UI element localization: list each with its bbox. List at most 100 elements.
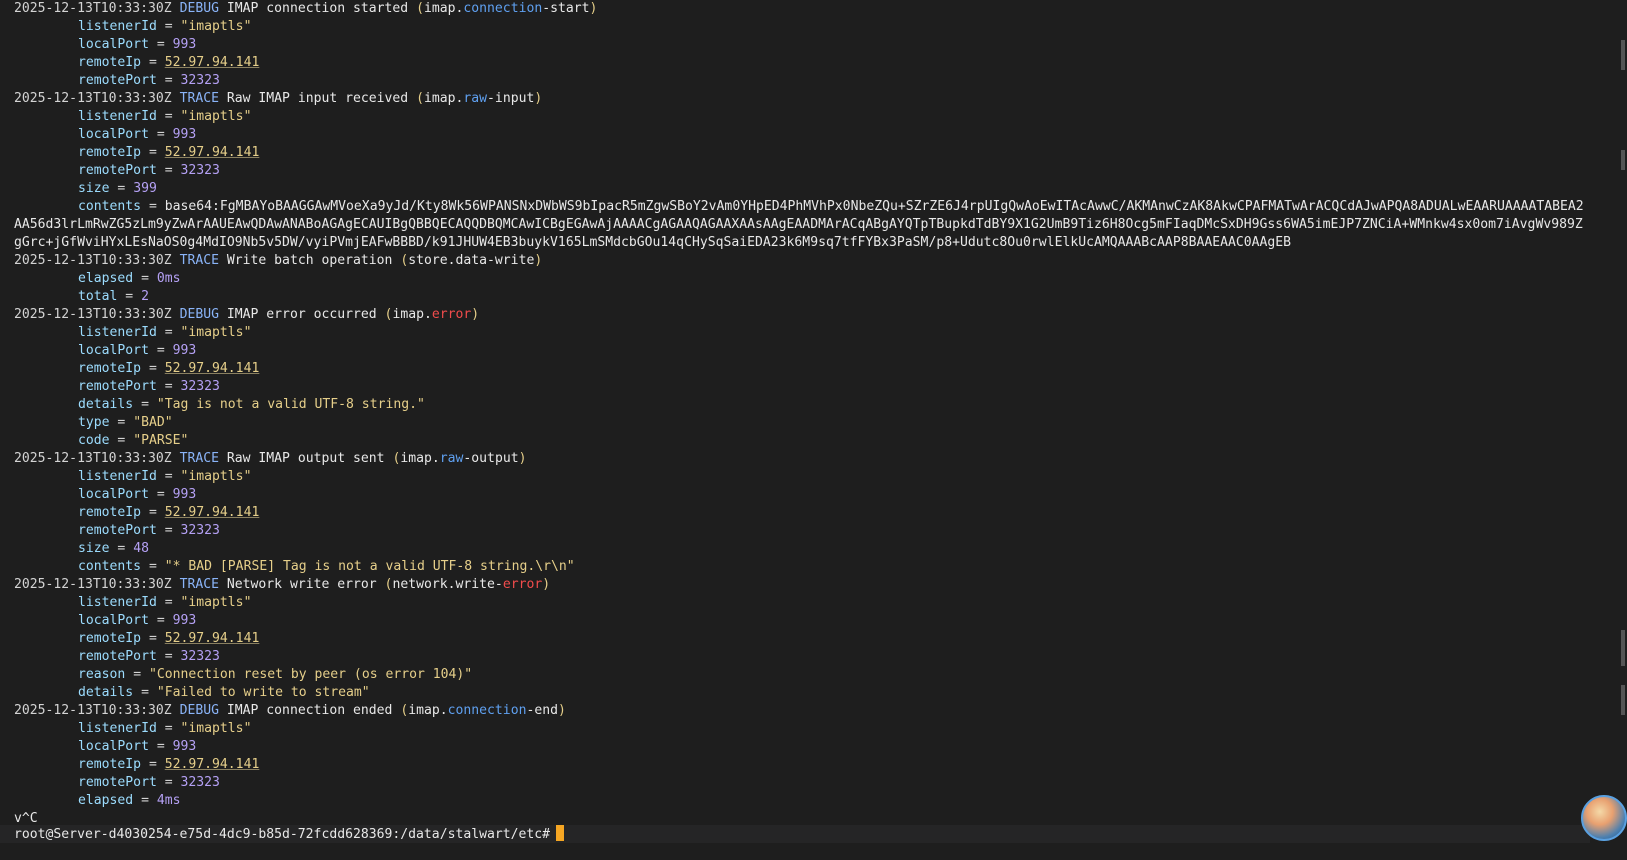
field-equals: =: [133, 685, 157, 700]
log-field: remoteIp = 52.97.94.141: [14, 630, 1606, 648]
log-raw-line: gGrc+jGfWviHYxLEsNaOS0g4MdIO9Nb5v5DW/vyi…: [14, 234, 1606, 252]
field-equals: =: [156, 469, 181, 484]
field-key: remotePort: [78, 523, 157, 538]
field-value: 32323: [180, 649, 220, 664]
field-value: 32323: [180, 523, 220, 538]
field-value: 0ms: [156, 271, 181, 286]
event-name-part: imap.: [423, 91, 464, 106]
log-timestamp: 2025-12-13T10:33:30Z: [14, 91, 172, 106]
field-value: 48: [133, 541, 149, 556]
event-name-part: imap.: [423, 1, 464, 16]
log-field: localPort = 993: [14, 486, 1606, 504]
log-timestamp: 2025-12-13T10:33:30Z: [14, 253, 172, 268]
log-message: Raw IMAP input received: [226, 91, 409, 106]
log-field: reason = "Connection reset by peer (os e…: [14, 666, 1606, 684]
event-name-part: error: [431, 307, 472, 322]
field-value: 993: [172, 37, 197, 52]
field-equals: =: [156, 379, 181, 394]
log-message: Network write error: [226, 577, 377, 592]
log-entry-header: 2025-12-13T10:33:30Z DEBUG IMAP error oc…: [14, 306, 1606, 324]
log-field: localPort = 993: [14, 738, 1606, 756]
field-equals: =: [148, 739, 173, 754]
field-key: elapsed: [78, 793, 134, 808]
field-key: total: [78, 289, 118, 304]
log-field: details = "Failed to write to stream": [14, 684, 1606, 702]
log-field: elapsed = 4ms: [14, 792, 1606, 810]
log-level: TRACE: [179, 91, 219, 106]
field-value: 993: [172, 343, 197, 358]
log-field: contents = "* BAD [PARSE] Tag is not a v…: [14, 558, 1606, 576]
command-prompt-line[interactable]: root@Server-d4030254-e75d-4dc9-b85d-72fc…: [0, 825, 1590, 843]
field-value: "BAD": [133, 415, 173, 430]
field-value: 32323: [180, 163, 220, 178]
field-equals: =: [141, 199, 165, 214]
log-field: remoteIp = 52.97.94.141: [14, 54, 1606, 72]
field-key: listenerId: [78, 721, 157, 736]
field-value: base64:FgMBAYoBAAGGAwMVoeXa9yJd/Kty8Wk56…: [164, 199, 1584, 214]
log-field: remotePort = 32323: [14, 72, 1606, 90]
field-key: localPort: [78, 487, 149, 502]
field-value: "imaptls": [180, 109, 252, 124]
field-key: remotePort: [78, 163, 157, 178]
field-equals: =: [117, 289, 142, 304]
event-name-part: imap.: [400, 451, 440, 466]
log-field: elapsed = 0ms: [14, 270, 1606, 288]
log-entry-header: 2025-12-13T10:33:30Z DEBUG IMAP connecti…: [14, 702, 1606, 720]
field-value: 2: [141, 289, 149, 304]
field-value: "Connection reset by peer (os error 104)…: [148, 667, 473, 682]
scrollbar-thumb[interactable]: [1621, 630, 1625, 666]
field-key: type: [78, 415, 110, 430]
log-field: remotePort = 32323: [14, 648, 1606, 666]
field-key: remoteIp: [78, 145, 142, 160]
log-field: remoteIp = 52.97.94.141: [14, 756, 1606, 774]
event-name-part: -start: [542, 1, 590, 16]
terminal-scrollbar[interactable]: [1617, 0, 1627, 860]
user-avatar-icon[interactable]: [1581, 795, 1627, 841]
field-key: localPort: [78, 343, 149, 358]
log-field: remotePort = 32323: [14, 774, 1606, 792]
field-value: 993: [172, 487, 197, 502]
log-field: remotePort = 32323: [14, 522, 1606, 540]
log-entry-header: 2025-12-13T10:33:30Z TRACE Write batch o…: [14, 252, 1606, 270]
field-equals: =: [109, 181, 134, 196]
log-level: DEBUG: [179, 307, 219, 322]
field-equals: =: [156, 649, 181, 664]
field-equals: =: [109, 541, 134, 556]
field-value: 52.97.94.141: [164, 505, 260, 520]
field-key: remoteIp: [78, 631, 142, 646]
log-message: IMAP error occurred: [226, 307, 377, 322]
field-key: remoteIp: [78, 757, 142, 772]
event-name-part: -output: [463, 451, 519, 466]
field-key: listenerId: [78, 109, 157, 124]
field-key: localPort: [78, 739, 149, 754]
log-entry-header: 2025-12-13T10:33:30Z DEBUG IMAP connecti…: [14, 0, 1606, 18]
log-field: listenerId = "imaptls": [14, 468, 1606, 486]
log-field: size = 48: [14, 540, 1606, 558]
event-paren-close: ): [471, 307, 480, 322]
field-equals: =: [109, 415, 134, 430]
log-field: contents = base64:FgMBAYoBAAGGAwMVoeXa9y…: [14, 198, 1606, 216]
field-key: remotePort: [78, 73, 157, 88]
field-key: reason: [78, 667, 126, 682]
field-key: contents: [78, 559, 142, 574]
field-value: "PARSE": [133, 433, 189, 448]
field-value: "imaptls": [180, 469, 252, 484]
field-equals: =: [148, 343, 173, 358]
field-value: 52.97.94.141: [164, 631, 260, 646]
event-paren-close: ): [558, 703, 566, 718]
field-key: localPort: [78, 37, 149, 52]
terminal-output[interactable]: 2025-12-13T10:33:30Z DEBUG IMAP connecti…: [14, 0, 1606, 860]
event-paren-close: ): [534, 91, 543, 106]
field-equals: =: [156, 109, 181, 124]
log-field: total = 2: [14, 288, 1606, 306]
field-value: 32323: [180, 379, 220, 394]
log-field: localPort = 993: [14, 36, 1606, 54]
raw-text: v^C: [14, 811, 38, 826]
field-equals: =: [133, 397, 157, 412]
log-field: remotePort = 32323: [14, 162, 1606, 180]
field-key: details: [78, 685, 134, 700]
field-key: remoteIp: [78, 505, 142, 520]
field-value: 993: [172, 613, 197, 628]
log-field: localPort = 993: [14, 342, 1606, 360]
field-equals: =: [141, 361, 165, 376]
